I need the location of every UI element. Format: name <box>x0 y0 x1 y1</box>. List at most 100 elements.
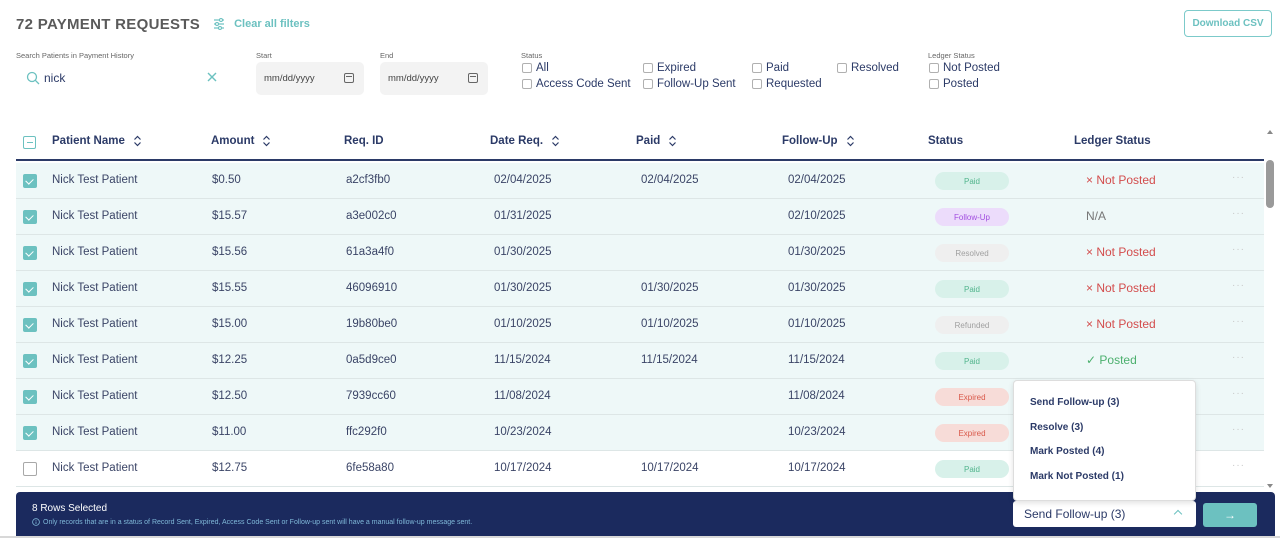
table-row[interactable]: Nick Test Patient $15.00 19b80be0 01/10/202… <box>16 307 1264 343</box>
table-row[interactable]: Nick Test Patient $15.56 61a3a4f0 01/30/202… <box>16 235 1264 271</box>
column-header-patient-name[interactable]: Patient Name <box>52 135 142 147</box>
cell-patient-name: Nick Test Patient <box>52 318 138 330</box>
row-checkbox[interactable] <box>23 390 37 404</box>
checkbox[interactable] <box>752 79 762 89</box>
row-more-options-icon[interactable]: ··· <box>1232 316 1245 327</box>
checkbox[interactable] <box>837 63 847 73</box>
cell-req-id: 6fe58a80 <box>346 462 394 474</box>
row-more-options-icon[interactable]: ··· <box>1232 208 1245 219</box>
status-filter-follow-up-sent[interactable]: Follow-Up Sent <box>643 78 736 90</box>
calendar-icon[interactable] <box>468 73 478 83</box>
cell-date-requested: 11/08/2024 <box>494 390 551 402</box>
search-input[interactable] <box>44 71 194 85</box>
ledger-filter-posted[interactable]: Posted <box>929 78 979 90</box>
clear-all-filters-link[interactable]: Clear all filters <box>234 18 310 30</box>
cell-req-id: 19b80be0 <box>346 318 398 330</box>
column-header-amount[interactable]: Amount <box>211 135 271 147</box>
bulk-action-select[interactable]: Send Follow-up (3) <box>1013 501 1196 527</box>
ledger-filter-not-posted[interactable]: Not Posted <box>929 62 1000 74</box>
scroll-thumb[interactable] <box>1266 160 1274 208</box>
sort-icon[interactable] <box>551 135 560 147</box>
select-all-checkbox[interactable] <box>23 136 36 149</box>
cell-patient-name: Nick Test Patient <box>52 462 138 474</box>
cell-date-requested: 11/15/2024 <box>494 354 551 366</box>
row-checkbox[interactable] <box>23 354 37 368</box>
column-header-date-req[interactable]: Date Req. <box>490 135 560 147</box>
cell-paid-date: 10/17/2024 <box>641 462 699 474</box>
checkbox[interactable] <box>643 63 653 73</box>
row-more-options-icon[interactable]: ··· <box>1232 424 1245 435</box>
row-checkbox[interactable] <box>23 462 37 476</box>
menu-item-resolve[interactable]: Resolve (3) <box>1014 422 1195 447</box>
cell-follow-up-date: 10/23/2024 <box>788 426 846 438</box>
row-more-options-icon[interactable]: ··· <box>1232 280 1245 291</box>
status-filter-resolved[interactable]: Resolved <box>837 62 899 74</box>
apply-action-button[interactable]: → <box>1203 503 1257 527</box>
row-checkbox[interactable] <box>23 210 37 224</box>
row-checkbox[interactable] <box>23 318 37 332</box>
checkbox[interactable] <box>522 79 532 89</box>
table-row[interactable]: Nick Test Patient $15.57 a3e002c0 01/31/202… <box>16 199 1264 235</box>
sort-icon[interactable] <box>846 135 855 147</box>
download-csv-button[interactable]: Download CSV <box>1184 10 1272 37</box>
column-header-follow-up[interactable]: Follow-Up <box>782 135 855 147</box>
checkbox-label: Expired <box>657 62 696 74</box>
row-more-options-icon[interactable]: ··· <box>1232 172 1245 183</box>
cell-req-id: ffc292f0 <box>346 426 387 438</box>
table-row[interactable]: Nick Test Patient $12.25 0a5d9ce0 11/15/202… <box>16 343 1264 379</box>
row-more-options-icon[interactable]: ··· <box>1232 388 1245 399</box>
cell-patient-name: Nick Test Patient <box>52 174 138 186</box>
cell-follow-up-date: 02/04/2025 <box>788 174 846 186</box>
checkbox[interactable] <box>929 63 939 73</box>
status-filter-expired[interactable]: Expired <box>643 62 696 74</box>
scroll-down-arrow-icon[interactable] <box>1267 484 1273 488</box>
row-checkbox[interactable] <box>23 282 37 296</box>
menu-item-mark-posted[interactable]: Mark Posted (4) <box>1014 446 1195 471</box>
table-scrollbar[interactable] <box>1264 126 1276 490</box>
status-filter-access-code-sent[interactable]: Access Code Sent <box>522 78 631 90</box>
cell-date-requested: 10/17/2024 <box>494 462 552 474</box>
status-filter-all[interactable]: All <box>522 62 549 74</box>
cell-amount: $12.25 <box>212 354 248 366</box>
column-label: Paid <box>636 135 661 147</box>
status-filter-paid[interactable]: Paid <box>752 62 789 74</box>
start-date-input[interactable]: mm/dd/yyyy <box>256 62 364 95</box>
cell-patient-name: Nick Test Patient <box>52 390 138 402</box>
search-field[interactable] <box>16 62 226 94</box>
sort-icon[interactable] <box>668 135 677 147</box>
checkbox-label: All <box>536 62 549 74</box>
cell-follow-up-date: 02/10/2025 <box>788 210 846 222</box>
column-label: Patient Name <box>52 135 125 147</box>
row-checkbox[interactable] <box>23 174 37 188</box>
row-more-options-icon[interactable]: ··· <box>1232 244 1245 255</box>
cell-date-requested: 01/30/2025 <box>494 282 552 294</box>
scroll-up-arrow-icon[interactable] <box>1267 130 1273 134</box>
row-checkbox[interactable] <box>23 426 37 440</box>
status-filter-requested[interactable]: Requested <box>752 78 822 90</box>
cell-patient-name: Nick Test Patient <box>52 246 138 258</box>
sliders-icon[interactable] <box>212 17 226 31</box>
checkbox[interactable] <box>929 79 939 89</box>
checkbox[interactable] <box>752 63 762 73</box>
checkbox[interactable] <box>643 79 653 89</box>
checkbox-label: Requested <box>766 78 822 90</box>
table-row[interactable]: Nick Test Patient $0.50 a2cf3fb0 02/04/2025… <box>16 163 1264 199</box>
cell-paid-date: 11/15/2024 <box>641 354 698 366</box>
row-more-options-icon[interactable]: ··· <box>1232 352 1245 363</box>
column-label: Ledger Status <box>1074 135 1151 147</box>
cell-follow-up-date: 01/30/2025 <box>788 282 846 294</box>
row-more-options-icon[interactable]: ··· <box>1232 460 1245 471</box>
menu-item-send-follow-up[interactable]: Send Follow-up (3) <box>1014 397 1195 422</box>
table-row[interactable]: Nick Test Patient $15.55 46096910 01/30/202… <box>16 271 1264 307</box>
column-label: Req. ID <box>344 135 384 147</box>
row-checkbox[interactable] <box>23 246 37 260</box>
calendar-icon[interactable] <box>344 73 354 83</box>
column-header-paid[interactable]: Paid <box>636 135 677 147</box>
close-icon[interactable] <box>206 71 218 83</box>
checkbox[interactable] <box>522 63 532 73</box>
menu-item-mark-not-posted[interactable]: Mark Not Posted (1) <box>1014 471 1195 496</box>
cell-paid-date: 01/30/2025 <box>641 282 699 294</box>
end-date-input[interactable]: mm/dd/yyyy <box>380 62 488 95</box>
sort-icon[interactable] <box>262 135 271 147</box>
sort-icon[interactable] <box>133 135 142 147</box>
